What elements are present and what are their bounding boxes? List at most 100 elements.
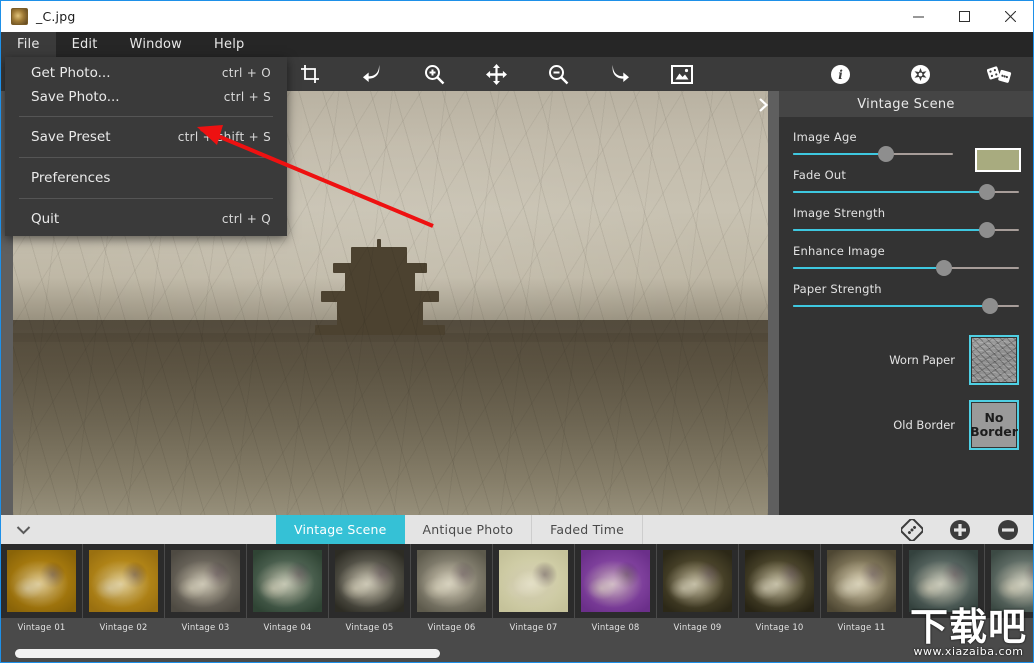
menu-item-preferences-label: Preferences xyxy=(31,170,111,186)
preset-thumbnail[interactable]: Vintage 08 xyxy=(575,544,656,633)
menu-item-get-photo[interactable]: Get Photo... ctrl + O xyxy=(5,61,287,85)
menu-item-quit[interactable]: Quit ctrl + Q xyxy=(5,206,287,232)
remove-preset-icon[interactable] xyxy=(997,519,1019,541)
preset-thumbnail-image[interactable] xyxy=(575,544,656,618)
panel-title: Vintage Scene xyxy=(779,91,1033,117)
picker-worn-paper-label: Worn Paper xyxy=(889,353,955,367)
menu-item-preferences[interactable]: Preferences xyxy=(5,165,287,191)
move-icon[interactable] xyxy=(473,57,519,91)
zoom-out-icon[interactable] xyxy=(535,57,581,91)
preset-thumbnail[interactable]: Vintage 03 xyxy=(165,544,246,633)
crop-icon[interactable] xyxy=(287,57,333,91)
preset-thumbnail-image[interactable] xyxy=(411,544,492,618)
zoom-in-icon[interactable] xyxy=(411,57,457,91)
menu-help-label: Help xyxy=(214,37,245,52)
dice-random-icon[interactable] xyxy=(977,57,1023,91)
preset-options-icon[interactable] xyxy=(901,518,923,541)
menu-file[interactable]: File xyxy=(1,32,56,57)
slider-enhance-image-track[interactable] xyxy=(793,260,1019,276)
filmstrip-scrollbar-thumb[interactable] xyxy=(15,649,441,658)
menu-help[interactable]: Help xyxy=(198,32,260,57)
preset-thumbnail-art xyxy=(745,550,814,612)
preset-thumbnail-image[interactable] xyxy=(821,544,902,618)
slider-image-age-track[interactable] xyxy=(793,146,953,162)
info-icon[interactable]: i xyxy=(817,57,863,91)
preset-thumbnail-label: Vintage 07 xyxy=(509,623,558,633)
preset-filmstrip[interactable]: Vintage 01 Vintage 02 Vintage 03 Vintage 04… xyxy=(1,544,1033,644)
tab-antique-photo[interactable]: Antique Photo xyxy=(405,515,533,544)
tab-faded-time-label: Faded Time xyxy=(550,522,624,537)
menu-item-get-photo-shortcut: ctrl + O xyxy=(221,66,271,80)
fit-image-icon[interactable] xyxy=(659,57,705,91)
slider-image-strength[interactable]: Image Strength xyxy=(779,206,1033,238)
tab-antique-photo-label: Antique Photo xyxy=(422,522,514,537)
menu-window-label: Window xyxy=(129,37,183,52)
preset-thumbnail[interactable]: Vintage 11 xyxy=(821,544,902,633)
preset-thumbnail-art xyxy=(827,550,896,612)
slider-paper-strength-knob[interactable] xyxy=(981,298,998,314)
preset-tab-bar: Vintage Scene Antique Photo Faded Time xyxy=(1,515,1033,544)
menu-bar: File Edit Window Help xyxy=(1,32,1033,57)
preset-thumbnail-art xyxy=(171,550,240,612)
tab-faded-time[interactable]: Faded Time xyxy=(532,515,643,544)
preset-thumbnail[interactable]: Vintage 05 xyxy=(329,544,410,633)
settings-circle-icon[interactable] xyxy=(897,57,943,91)
preset-thumbnail[interactable]: Vintage 04 xyxy=(247,544,328,633)
menu-item-save-preset[interactable]: Save Preset ctrl + shift + S xyxy=(5,124,287,150)
slider-image-age[interactable]: Image Age xyxy=(779,130,1033,172)
picker-worn-paper[interactable]: Worn Paper xyxy=(779,335,1033,385)
slider-enhance-image[interactable]: Enhance Image xyxy=(779,244,1033,276)
menu-edit[interactable]: Edit xyxy=(56,32,114,57)
preset-thumbnail-art xyxy=(253,550,322,612)
preset-thumbnail[interactable]: Vintage 01 xyxy=(1,544,82,633)
slider-fade-out-track[interactable] xyxy=(793,184,1019,200)
menu-item-save-preset-label: Save Preset xyxy=(31,129,111,145)
slider-paper-strength-track[interactable] xyxy=(793,298,1019,314)
slider-fade-out[interactable]: Fade Out xyxy=(779,168,1033,200)
slider-paper-strength[interactable]: Paper Strength xyxy=(779,282,1033,314)
preset-thumbnail[interactable]: Vintage 02 xyxy=(83,544,164,633)
picker-old-border-thumb[interactable]: No Border xyxy=(969,400,1019,450)
preset-thumbnail-image[interactable] xyxy=(165,544,246,618)
close-button[interactable] xyxy=(987,1,1033,32)
preset-thumbnail[interactable]: Vintage 06 xyxy=(411,544,492,633)
menu-window[interactable]: Window xyxy=(114,32,198,57)
menu-item-get-photo-label: Get Photo... xyxy=(31,65,111,81)
filmstrip-scrollbar[interactable] xyxy=(1,644,1033,662)
minimize-button[interactable] xyxy=(895,1,941,32)
picker-worn-paper-thumb[interactable] xyxy=(969,335,1019,385)
preset-thumbnail-image[interactable] xyxy=(247,544,328,618)
preset-thumbnail[interactable]: Vintage 09 xyxy=(657,544,738,633)
preset-thumbnail-image[interactable] xyxy=(1,544,82,618)
chevron-right-icon[interactable] xyxy=(758,97,769,117)
add-preset-icon[interactable] xyxy=(949,519,971,541)
chevron-down-icon[interactable] xyxy=(1,515,45,544)
redo-arrow-icon[interactable] xyxy=(597,57,643,91)
slider-image-strength-knob[interactable] xyxy=(979,222,996,238)
preset-thumbnail-label: Vintage 10 xyxy=(755,623,804,633)
preset-thumbnail-label: Vintage 06 xyxy=(427,623,476,633)
menu-item-quit-label: Quit xyxy=(31,211,60,227)
preset-thumbnail-image[interactable] xyxy=(493,544,574,618)
preset-thumbnail-image[interactable] xyxy=(329,544,410,618)
picker-old-border[interactable]: Old Border No Border xyxy=(779,400,1033,450)
menu-item-save-photo-shortcut: ctrl + S xyxy=(223,90,271,104)
picker-old-border-label: Old Border xyxy=(893,418,955,432)
slider-enhance-image-knob[interactable] xyxy=(936,260,953,276)
svg-text:i: i xyxy=(838,68,843,82)
preset-thumbnail-label: Vintage 08 xyxy=(591,623,640,633)
preset-thumbnail-image[interactable] xyxy=(657,544,738,618)
maximize-button[interactable] xyxy=(941,1,987,32)
menu-item-save-photo[interactable]: Save Photo... ctrl + S xyxy=(5,85,287,109)
slider-fade-out-knob[interactable] xyxy=(979,184,996,200)
slider-image-strength-track[interactable] xyxy=(793,222,1019,238)
preset-thumbnail[interactable]: Vintage 07 xyxy=(493,544,574,633)
undo-arrow-icon[interactable] xyxy=(349,57,395,91)
slider-image-age-knob[interactable] xyxy=(877,146,894,162)
preset-thumbnail[interactable]: Vintage 10 xyxy=(739,544,820,633)
preset-thumbnail-image[interactable] xyxy=(83,544,164,618)
preset-thumbnail-art xyxy=(909,550,978,612)
preset-thumbnail-art xyxy=(89,550,158,612)
preset-thumbnail-image[interactable] xyxy=(739,544,820,618)
tab-vintage-scene[interactable]: Vintage Scene xyxy=(276,515,405,544)
